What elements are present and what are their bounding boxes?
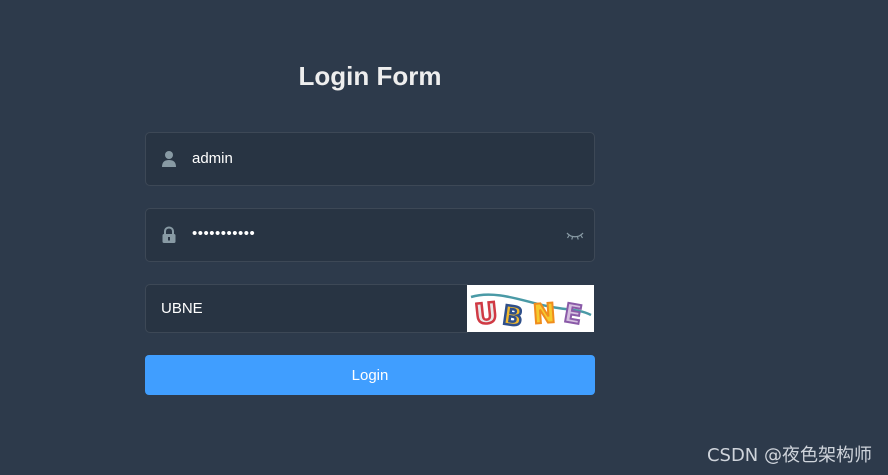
watermark: CSDN @夜色架构师 [706, 445, 872, 466]
username-value[interactable]: admin [192, 133, 233, 185]
svg-text:N: N [532, 298, 557, 331]
lock-icon [161, 226, 177, 244]
svg-text:U: U [473, 296, 499, 331]
svg-text:E: E [562, 298, 585, 331]
captcha-field[interactable]: UBNE [145, 284, 468, 333]
captcha-image[interactable]: U B N E [467, 285, 594, 332]
password-field[interactable]: ••••••••••• [145, 208, 595, 262]
captcha-input-value[interactable]: UBNE [161, 285, 203, 332]
password-value[interactable]: ••••••••••• [192, 209, 255, 261]
login-button[interactable]: Login [145, 355, 595, 395]
username-field[interactable]: admin [145, 132, 595, 186]
eye-closed-icon[interactable] [566, 228, 584, 242]
svg-text:B: B [501, 301, 525, 332]
user-icon [161, 150, 177, 168]
page-title: Login Form [298, 61, 442, 91]
